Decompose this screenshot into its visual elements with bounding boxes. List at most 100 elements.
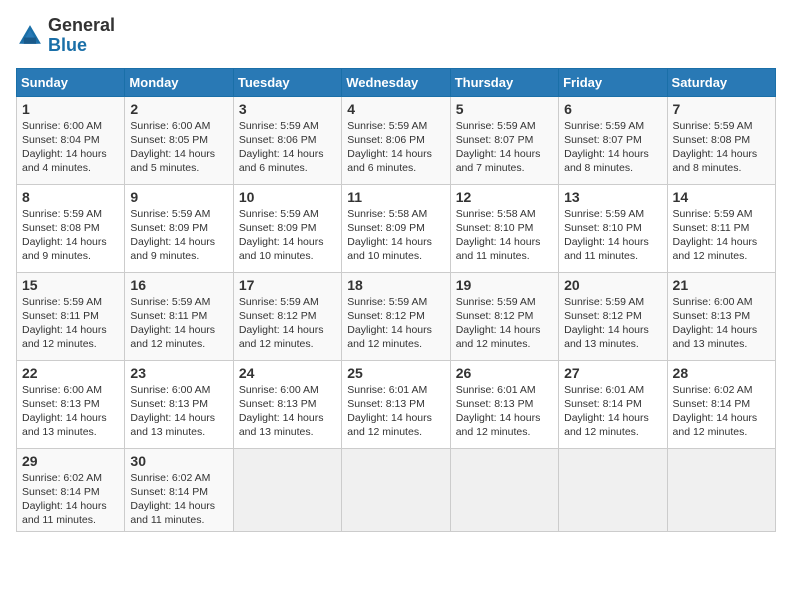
calendar-cell: 5 Sunrise: 5:59 AMSunset: 8:07 PMDayligh… (450, 96, 558, 184)
day-number: 14 (673, 189, 770, 205)
day-number: 20 (564, 277, 661, 293)
day-number: 25 (347, 365, 444, 381)
calendar-cell (233, 448, 341, 532)
calendar-cell: 11 Sunrise: 5:58 AMSunset: 8:09 PMDaylig… (342, 184, 450, 272)
week-row-4: 22 Sunrise: 6:00 AMSunset: 8:13 PMDaylig… (17, 360, 776, 448)
page-header: General Blue (16, 16, 776, 56)
cell-info: Sunrise: 6:00 AMSunset: 8:13 PMDaylight:… (22, 384, 107, 439)
day-number: 15 (22, 277, 119, 293)
calendar-cell: 3 Sunrise: 5:59 AMSunset: 8:06 PMDayligh… (233, 96, 341, 184)
cell-info: Sunrise: 5:59 AMSunset: 8:12 PMDaylight:… (456, 296, 541, 351)
cell-info: Sunrise: 5:59 AMSunset: 8:10 PMDaylight:… (564, 208, 649, 263)
day-number: 24 (239, 365, 336, 381)
cell-info: Sunrise: 5:59 AMSunset: 8:12 PMDaylight:… (347, 296, 432, 351)
week-row-3: 15 Sunrise: 5:59 AMSunset: 8:11 PMDaylig… (17, 272, 776, 360)
day-number: 11 (347, 189, 444, 205)
logo: General Blue (16, 16, 115, 56)
week-row-5: 29 Sunrise: 6:02 AMSunset: 8:14 PMDaylig… (17, 448, 776, 532)
cell-info: Sunrise: 5:59 AMSunset: 8:06 PMDaylight:… (239, 120, 324, 175)
day-number: 10 (239, 189, 336, 205)
cell-info: Sunrise: 6:01 AMSunset: 8:14 PMDaylight:… (564, 384, 649, 439)
calendar-cell: 30 Sunrise: 6:02 AMSunset: 8:14 PMDaylig… (125, 448, 233, 532)
day-number: 30 (130, 453, 227, 469)
day-number: 12 (456, 189, 553, 205)
day-number: 1 (22, 101, 119, 117)
cell-info: Sunrise: 6:00 AMSunset: 8:13 PMDaylight:… (130, 384, 215, 439)
cell-info: Sunrise: 6:02 AMSunset: 8:14 PMDaylight:… (130, 472, 215, 527)
day-number: 5 (456, 101, 553, 117)
cell-info: Sunrise: 5:59 AMSunset: 8:09 PMDaylight:… (130, 208, 215, 263)
calendar-cell: 14 Sunrise: 5:59 AMSunset: 8:11 PMDaylig… (667, 184, 775, 272)
calendar-cell: 18 Sunrise: 5:59 AMSunset: 8:12 PMDaylig… (342, 272, 450, 360)
col-header-thursday: Thursday (450, 68, 558, 96)
cell-info: Sunrise: 5:59 AMSunset: 8:11 PMDaylight:… (22, 296, 107, 351)
calendar-cell: 17 Sunrise: 5:59 AMSunset: 8:12 PMDaylig… (233, 272, 341, 360)
cell-info: Sunrise: 5:59 AMSunset: 8:07 PMDaylight:… (564, 120, 649, 175)
day-number: 27 (564, 365, 661, 381)
week-row-2: 8 Sunrise: 5:59 AMSunset: 8:08 PMDayligh… (17, 184, 776, 272)
cell-info: Sunrise: 6:02 AMSunset: 8:14 PMDaylight:… (22, 472, 107, 527)
cell-info: Sunrise: 5:59 AMSunset: 8:07 PMDaylight:… (456, 120, 541, 175)
cell-info: Sunrise: 6:00 AMSunset: 8:05 PMDaylight:… (130, 120, 215, 175)
calendar-cell: 4 Sunrise: 5:59 AMSunset: 8:06 PMDayligh… (342, 96, 450, 184)
calendar-cell: 25 Sunrise: 6:01 AMSunset: 8:13 PMDaylig… (342, 360, 450, 448)
calendar-cell (450, 448, 558, 532)
day-number: 4 (347, 101, 444, 117)
calendar-cell (559, 448, 667, 532)
col-header-tuesday: Tuesday (233, 68, 341, 96)
calendar-cell: 19 Sunrise: 5:59 AMSunset: 8:12 PMDaylig… (450, 272, 558, 360)
calendar-cell: 9 Sunrise: 5:59 AMSunset: 8:09 PMDayligh… (125, 184, 233, 272)
day-number: 17 (239, 277, 336, 293)
cell-info: Sunrise: 6:00 AMSunset: 8:04 PMDaylight:… (22, 120, 107, 175)
day-number: 9 (130, 189, 227, 205)
col-header-sunday: Sunday (17, 68, 125, 96)
cell-info: Sunrise: 5:59 AMSunset: 8:08 PMDaylight:… (22, 208, 107, 263)
calendar-cell: 13 Sunrise: 5:59 AMSunset: 8:10 PMDaylig… (559, 184, 667, 272)
cell-info: Sunrise: 5:59 AMSunset: 8:11 PMDaylight:… (673, 208, 758, 263)
day-number: 29 (22, 453, 119, 469)
logo-icon (16, 22, 44, 50)
cell-info: Sunrise: 5:58 AMSunset: 8:09 PMDaylight:… (347, 208, 432, 263)
day-number: 7 (673, 101, 770, 117)
calendar-cell: 24 Sunrise: 6:00 AMSunset: 8:13 PMDaylig… (233, 360, 341, 448)
day-number: 13 (564, 189, 661, 205)
logo-text: General Blue (48, 16, 115, 56)
day-number: 2 (130, 101, 227, 117)
cell-info: Sunrise: 5:59 AMSunset: 8:12 PMDaylight:… (564, 296, 649, 351)
day-number: 21 (673, 277, 770, 293)
calendar-cell: 21 Sunrise: 6:00 AMSunset: 8:13 PMDaylig… (667, 272, 775, 360)
col-header-saturday: Saturday (667, 68, 775, 96)
cell-info: Sunrise: 5:58 AMSunset: 8:10 PMDaylight:… (456, 208, 541, 263)
cell-info: Sunrise: 5:59 AMSunset: 8:09 PMDaylight:… (239, 208, 324, 263)
calendar-cell: 23 Sunrise: 6:00 AMSunset: 8:13 PMDaylig… (125, 360, 233, 448)
calendar-cell: 20 Sunrise: 5:59 AMSunset: 8:12 PMDaylig… (559, 272, 667, 360)
day-number: 8 (22, 189, 119, 205)
logo-general: General (48, 16, 115, 36)
cell-info: Sunrise: 6:02 AMSunset: 8:14 PMDaylight:… (673, 384, 758, 439)
cell-info: Sunrise: 5:59 AMSunset: 8:08 PMDaylight:… (673, 120, 758, 175)
calendar-cell: 7 Sunrise: 5:59 AMSunset: 8:08 PMDayligh… (667, 96, 775, 184)
day-number: 28 (673, 365, 770, 381)
header-row: SundayMondayTuesdayWednesdayThursdayFrid… (17, 68, 776, 96)
day-number: 22 (22, 365, 119, 381)
calendar-cell: 1 Sunrise: 6:00 AMSunset: 8:04 PMDayligh… (17, 96, 125, 184)
calendar-cell: 28 Sunrise: 6:02 AMSunset: 8:14 PMDaylig… (667, 360, 775, 448)
day-number: 19 (456, 277, 553, 293)
day-number: 6 (564, 101, 661, 117)
calendar-cell: 2 Sunrise: 6:00 AMSunset: 8:05 PMDayligh… (125, 96, 233, 184)
calendar-cell (342, 448, 450, 532)
cell-info: Sunrise: 6:01 AMSunset: 8:13 PMDaylight:… (456, 384, 541, 439)
cell-info: Sunrise: 5:59 AMSunset: 8:06 PMDaylight:… (347, 120, 432, 175)
cell-info: Sunrise: 5:59 AMSunset: 8:11 PMDaylight:… (130, 296, 215, 351)
col-header-monday: Monday (125, 68, 233, 96)
col-header-wednesday: Wednesday (342, 68, 450, 96)
day-number: 18 (347, 277, 444, 293)
calendar-cell: 22 Sunrise: 6:00 AMSunset: 8:13 PMDaylig… (17, 360, 125, 448)
calendar-cell: 6 Sunrise: 5:59 AMSunset: 8:07 PMDayligh… (559, 96, 667, 184)
cell-info: Sunrise: 6:00 AMSunset: 8:13 PMDaylight:… (673, 296, 758, 351)
calendar-cell: 10 Sunrise: 5:59 AMSunset: 8:09 PMDaylig… (233, 184, 341, 272)
cell-info: Sunrise: 6:01 AMSunset: 8:13 PMDaylight:… (347, 384, 432, 439)
calendar-cell: 8 Sunrise: 5:59 AMSunset: 8:08 PMDayligh… (17, 184, 125, 272)
day-number: 16 (130, 277, 227, 293)
calendar-cell: 15 Sunrise: 5:59 AMSunset: 8:11 PMDaylig… (17, 272, 125, 360)
